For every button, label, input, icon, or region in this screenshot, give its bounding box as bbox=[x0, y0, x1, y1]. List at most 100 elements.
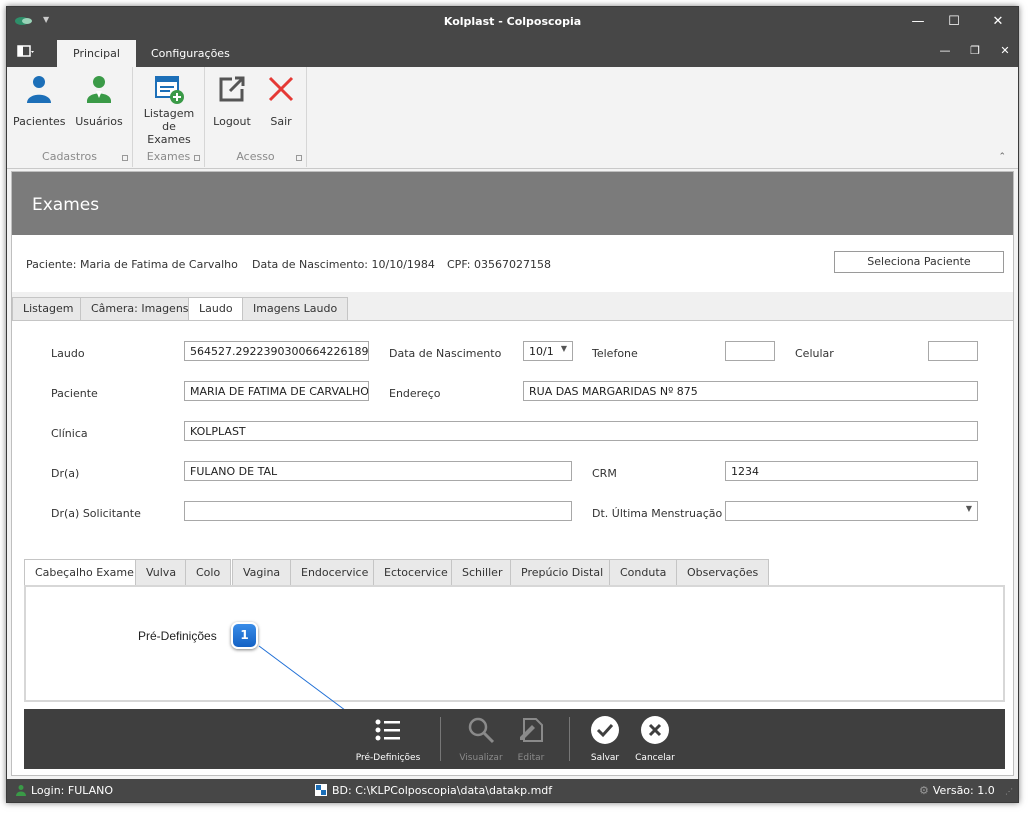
subtab-cabecalho-exame[interactable]: Cabeçalho Exame bbox=[24, 559, 145, 586]
cancelar-button[interactable]: Cancelar bbox=[620, 715, 690, 763]
laudo-label: Laudo bbox=[51, 347, 85, 360]
editar-button[interactable]: Editar bbox=[496, 715, 566, 763]
chevron-down-icon[interactable]: ▼ bbox=[561, 344, 567, 353]
ribbon-group-acesso: Logout Sair Acesso bbox=[205, 67, 307, 167]
list-add-icon bbox=[153, 73, 185, 105]
subtab-ectocervice[interactable]: Ectocervice bbox=[373, 559, 459, 585]
login-status: Login: FULANO bbox=[15, 784, 113, 797]
clinica-field[interactable]: KOLPLAST bbox=[184, 421, 978, 441]
subtab-panel: Pré-Definições 1 bbox=[24, 585, 1005, 702]
subtab-schiller[interactable]: Schiller bbox=[451, 559, 514, 585]
dialog-launcher-icon[interactable] bbox=[194, 155, 200, 161]
telefone-field[interactable] bbox=[725, 341, 775, 361]
tab-imagens-laudo[interactable]: Imagens Laudo bbox=[242, 297, 349, 320]
app-menu-button[interactable] bbox=[17, 44, 45, 60]
usuarios-button[interactable]: Usuários bbox=[73, 73, 125, 128]
mdi-restore-button[interactable]: ❐ bbox=[965, 44, 985, 57]
listagem-exames-button[interactable]: Listagem de Exames bbox=[139, 73, 199, 146]
data-nascimento-field[interactable]: 10/1 ▼ bbox=[523, 341, 573, 361]
dialog-launcher-icon[interactable] bbox=[296, 155, 302, 161]
ribbon-collapse-icon[interactable]: ⌃ bbox=[998, 152, 1006, 162]
logout-label: Logout bbox=[213, 115, 251, 128]
listagem-label: Listagem bbox=[143, 107, 195, 120]
subtab-vulva[interactable]: Vulva bbox=[135, 559, 188, 585]
tab-configuracoes[interactable]: Configurações bbox=[135, 40, 246, 67]
toolbar-separator bbox=[440, 717, 441, 761]
list-icon bbox=[373, 715, 403, 745]
dialog-launcher-icon[interactable] bbox=[122, 155, 128, 161]
logout-button[interactable]: Logout bbox=[209, 73, 255, 128]
data-nascimento-label: Data de Nascimento bbox=[389, 347, 502, 360]
version-label: Versão: 1.0 bbox=[932, 784, 995, 797]
tab-principal[interactable]: Principal bbox=[57, 40, 136, 67]
crm-field[interactable]: 1234 bbox=[725, 461, 978, 481]
annotation-badge: 1 bbox=[231, 622, 258, 649]
celular-field[interactable] bbox=[928, 341, 978, 361]
main-content: Exames Paciente: Maria de Fatima de Carv… bbox=[11, 171, 1014, 776]
minimize-icon: — bbox=[911, 14, 925, 29]
user-icon bbox=[16, 785, 26, 796]
laudo-field[interactable]: 564527.29223903006642261895656 bbox=[184, 341, 369, 361]
usuarios-label: Usuários bbox=[75, 115, 123, 128]
subtab-observacoes[interactable]: Observações bbox=[676, 559, 770, 585]
maximize-icon: ☐ bbox=[948, 14, 960, 29]
ribbon-group-exames: Listagem de Exames Exames bbox=[133, 67, 205, 167]
salvar-label: Salvar bbox=[590, 753, 620, 763]
dt-ultima-menstruacao-label: Dt. Última Menstruação bbox=[592, 507, 723, 520]
ribbon: Pacientes Usuários Cadastros Listagem de… bbox=[7, 67, 1018, 169]
paciente-field[interactable]: MARIA DE FATIMA DE CARVALHO bbox=[184, 381, 369, 401]
annotation-label: Pré-Definições bbox=[138, 629, 217, 643]
select-patient-button[interactable]: Seleciona Paciente bbox=[834, 251, 1004, 273]
close-red-icon bbox=[265, 73, 297, 105]
mdi-minimize-button[interactable]: — bbox=[935, 44, 955, 57]
crm-label: CRM bbox=[592, 467, 617, 480]
mdi-close-button[interactable]: ✕ bbox=[995, 44, 1015, 57]
resize-grip-icon[interactable]: ⋰ bbox=[1005, 787, 1013, 796]
dt-ultima-menstruacao-field[interactable]: ▼ bbox=[725, 501, 978, 521]
celular-label: Celular bbox=[795, 347, 834, 360]
ribbon-group-cadastros: Pacientes Usuários Cadastros bbox=[7, 67, 133, 167]
app-window: ▼ Kolplast - Colposcopia — ☐ ✕ Principal… bbox=[6, 6, 1019, 803]
close-button[interactable]: ✕ bbox=[983, 11, 1013, 33]
tab-listagem[interactable]: Listagem bbox=[12, 297, 85, 320]
dr-label: Dr(a) bbox=[51, 467, 80, 480]
group-label-cadastros: Cadastros bbox=[42, 150, 97, 163]
patient-birthdate: Data de Nascimento: 10/10/1984 bbox=[252, 258, 435, 271]
maximize-button[interactable]: ☐ bbox=[939, 11, 969, 33]
check-circle-icon bbox=[590, 715, 620, 745]
user-icon bbox=[83, 73, 115, 105]
magnifier-icon bbox=[466, 715, 496, 745]
tab-laudo[interactable]: Laudo bbox=[188, 297, 244, 321]
endereco-field[interactable]: RUA DAS MARGARIDAS Nº 875 bbox=[523, 381, 978, 401]
title-bar: ▼ Kolplast - Colposcopia — ☐ ✕ bbox=[7, 7, 1018, 37]
editar-label: Editar bbox=[517, 753, 545, 763]
pre-definicoes-button[interactable]: Pré-Definições bbox=[353, 715, 423, 763]
app-menu-icon bbox=[17, 45, 34, 57]
subtab-vagina[interactable]: Vagina bbox=[232, 559, 292, 585]
dr-solicitante-label: Dr(a) Solicitante bbox=[51, 507, 141, 520]
dr-solicitante-field[interactable] bbox=[184, 501, 572, 521]
ribbon-tab-row: Principal Configurações — ❐ ✕ bbox=[7, 37, 1018, 67]
status-bar: Login: FULANO BD: C:\KLPColposcopia\data… bbox=[7, 779, 1018, 802]
subtab-endocervice[interactable]: Endocervice bbox=[290, 559, 380, 585]
gear-icon: ⚙ bbox=[919, 784, 929, 797]
paciente-label: Paciente bbox=[51, 387, 98, 400]
person-icon bbox=[23, 73, 55, 105]
minimize-button[interactable]: — bbox=[903, 11, 933, 33]
chevron-down-icon[interactable]: ▼ bbox=[966, 504, 972, 513]
tab-camera-imagens[interactable]: Câmera: Imagens bbox=[80, 297, 200, 320]
sair-button[interactable]: Sair bbox=[259, 73, 303, 128]
dr-field[interactable]: FULANO DE TAL bbox=[184, 461, 572, 481]
edit-icon bbox=[516, 715, 546, 745]
subtab-prepucio-distal[interactable]: Prepúcio Distal bbox=[510, 559, 615, 585]
pacientes-button[interactable]: Pacientes bbox=[13, 73, 66, 128]
subtab-conduta[interactable]: Conduta bbox=[609, 559, 678, 585]
patient-cpf: CPF: 03567027158 bbox=[447, 258, 551, 271]
x-circle-icon bbox=[640, 715, 670, 745]
sair-label: Sair bbox=[270, 115, 292, 128]
database-icon bbox=[315, 784, 327, 796]
main-tabs: Listagem Câmera: Imagens Laudo Imagens L… bbox=[12, 292, 1013, 321]
telefone-label: Telefone bbox=[592, 347, 638, 360]
database-status: BD: C:\KLPColposcopia\data\datakp.mdf bbox=[315, 784, 552, 797]
subtab-colo[interactable]: Colo bbox=[185, 559, 232, 585]
